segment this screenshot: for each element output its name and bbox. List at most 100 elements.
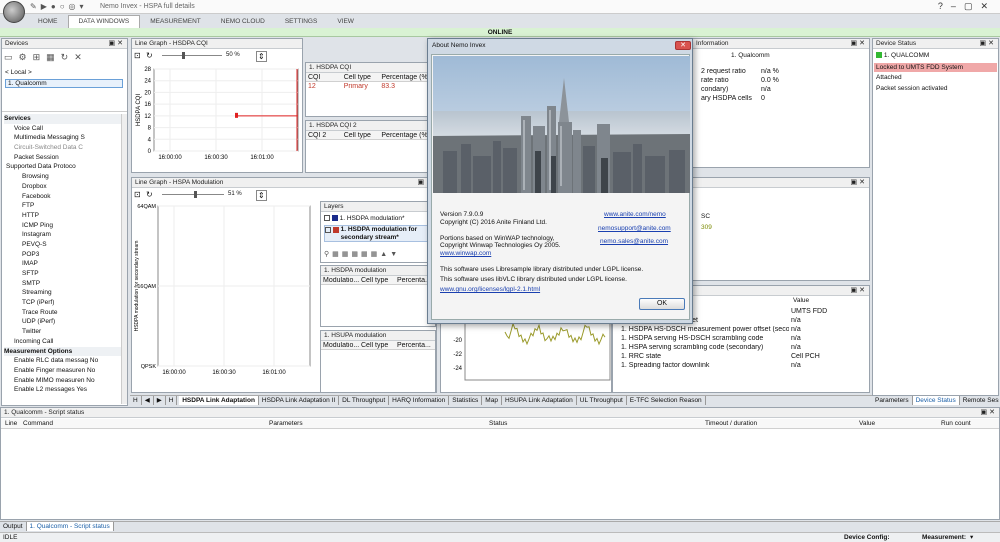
tree-item[interactable]: Enable RLC data messag No bbox=[4, 356, 122, 366]
col-percentage[interactable]: Percentage (%) bbox=[379, 132, 427, 139]
play-icon[interactable]: ▶ bbox=[41, 2, 51, 11]
refresh-icon[interactable]: ↻ bbox=[146, 190, 153, 199]
grid-icon[interactable]: ▦ bbox=[332, 251, 342, 258]
tree-item[interactable]: Circuit-Switched Data C bbox=[4, 143, 122, 153]
tree-item[interactable]: Enable Finger measuren No bbox=[4, 366, 122, 376]
table-row[interactable]: 2 request ratio n/a % bbox=[699, 67, 849, 76]
zoom-slider[interactable] bbox=[162, 55, 222, 56]
table-row[interactable]: 1. HSPA serving scrambling code (seconda… bbox=[619, 343, 867, 352]
help-icon[interactable]: ? bbox=[938, 1, 951, 11]
layer-item-2[interactable]: 1. HSDPA modulation for secondary stream… bbox=[324, 225, 434, 242]
col-modulation[interactable]: Modulatio... bbox=[321, 342, 359, 349]
col-run-count[interactable]: Run count bbox=[941, 420, 971, 427]
pan-icon[interactable]: ⊡ bbox=[134, 51, 141, 60]
col-cqi2[interactable]: CQI 2 bbox=[306, 132, 342, 139]
grid-icon[interactable]: ▦ bbox=[342, 251, 352, 258]
tree-scrollbar[interactable] bbox=[121, 114, 127, 404]
tab-script-status[interactable]: 1. Qualcomm - Script status bbox=[26, 522, 114, 531]
tab-parameters[interactable]: Parameters bbox=[872, 396, 913, 405]
pin-icon[interactable]: ✎ bbox=[30, 2, 41, 11]
menu-home[interactable]: HOME bbox=[28, 16, 68, 28]
col-parameters[interactable]: Parameters bbox=[269, 420, 303, 427]
tab-remote-sessions[interactable]: Remote Sessi... bbox=[960, 396, 999, 405]
workspace-tab[interactable]: Statistics bbox=[449, 396, 483, 405]
delete-icon[interactable]: ✕ bbox=[74, 52, 88, 62]
panel-controls[interactable]: ▣✕ bbox=[851, 39, 867, 47]
workspace-tab[interactable]: HSUPA Link Adaptation bbox=[502, 396, 577, 405]
panel-controls[interactable]: ▣✕ bbox=[109, 39, 125, 47]
tree-item[interactable]: Packet Session bbox=[4, 153, 122, 163]
tree-group-header[interactable]: Services bbox=[4, 114, 122, 124]
table-row[interactable]: 12 Primary 83.3 bbox=[306, 82, 427, 91]
support-link[interactable]: nemosupport@anite.com bbox=[598, 225, 671, 232]
connect-icon[interactable]: ⊞ bbox=[33, 52, 47, 62]
menu-nemo-cloud[interactable]: NEMO CLOUD bbox=[211, 16, 275, 28]
grid-icon[interactable]: ▦ bbox=[361, 251, 371, 258]
sales-link[interactable]: nemo.sales@anite.com bbox=[600, 238, 668, 245]
tree-item[interactable]: IMAP bbox=[4, 259, 122, 269]
dropdown-icon[interactable]: ▾ bbox=[80, 2, 88, 11]
grid-icon[interactable]: ▦ bbox=[351, 251, 361, 258]
tree-item[interactable]: POP3 bbox=[4, 250, 122, 260]
tree-item[interactable]: ICMP Ping bbox=[4, 221, 122, 231]
col-timeout[interactable]: Timeout / duration bbox=[705, 420, 757, 427]
tree-item[interactable]: Voice Call bbox=[4, 124, 122, 134]
col-cqi[interactable]: CQI bbox=[306, 74, 342, 81]
checkbox-icon[interactable] bbox=[325, 227, 331, 233]
tree-item[interactable]: Twitter bbox=[4, 327, 122, 337]
anite-link[interactable]: www.anite.com/nemo bbox=[604, 211, 666, 218]
maximize-icon[interactable]: ▢ bbox=[964, 1, 981, 11]
col-modulation[interactable]: Modulatio... bbox=[321, 277, 359, 284]
layer-item-1[interactable]: 1. HSDPA modulation* bbox=[324, 215, 434, 224]
panel-controls[interactable]: ▣✕ bbox=[981, 408, 997, 416]
stop-icon[interactable]: ○ bbox=[60, 2, 69, 11]
tree-item[interactable]: SFTP bbox=[4, 269, 122, 279]
workspace-tab[interactable]: HARQ Information bbox=[389, 396, 450, 405]
close-icon[interactable]: ✕ bbox=[980, 1, 996, 11]
tree-item[interactable]: HTTP bbox=[4, 211, 122, 221]
col-percentage[interactable]: Percentage (%) bbox=[379, 74, 427, 81]
tree-item[interactable]: Incoming Call bbox=[4, 337, 122, 347]
workspace-tab[interactable]: HSDPA Link Adaptation bbox=[179, 396, 259, 405]
pin-icon[interactable]: ⇕ bbox=[256, 190, 267, 201]
ok-button[interactable]: OK bbox=[639, 298, 685, 310]
menu-view[interactable]: VIEW bbox=[327, 16, 364, 28]
tree-item[interactable]: SMTP bbox=[4, 279, 122, 289]
tree-item[interactable]: Enable L2 messages Yes bbox=[4, 385, 122, 395]
tree-item[interactable]: Enable MIMO measuren No bbox=[4, 376, 122, 386]
workspace-tab[interactable]: UL Throughput bbox=[577, 396, 627, 405]
winwap-link[interactable]: www.winwap.com bbox=[440, 250, 491, 257]
refresh-icon[interactable]: ↻ bbox=[61, 52, 75, 62]
table-row[interactable]: ary HSDPA cells 0 bbox=[699, 94, 849, 103]
zoom-slider-thumb[interactable] bbox=[182, 52, 185, 59]
tab-nav-icon[interactable]: ▶ bbox=[154, 396, 166, 405]
menu-settings[interactable]: SETTINGS bbox=[275, 16, 328, 28]
panel-controls[interactable]: ▣✕ bbox=[980, 39, 996, 47]
pause-icon[interactable]: ◎ bbox=[69, 2, 80, 11]
tree-item[interactable]: UDP (iPerf) bbox=[4, 317, 122, 327]
tree-item[interactable]: FTP bbox=[4, 201, 122, 211]
table-row[interactable]: condary) n/a bbox=[699, 85, 849, 94]
panel-controls[interactable]: ▣✕ bbox=[851, 286, 867, 294]
tree-item[interactable]: Instagram bbox=[4, 230, 122, 240]
tab-output[interactable]: Output bbox=[0, 522, 27, 531]
device-icon[interactable]: ▦ bbox=[46, 52, 61, 62]
col-cell-type[interactable]: Cell type bbox=[359, 277, 395, 284]
new-icon[interactable]: ▭ bbox=[4, 52, 19, 62]
tree-item[interactable]: PEVQ-S bbox=[4, 240, 122, 250]
tree-item[interactable]: Browsing bbox=[4, 172, 122, 182]
tab-nav-icon[interactable]: ◀ bbox=[142, 396, 154, 405]
tree-item[interactable]: Supported Data Protoco bbox=[4, 162, 122, 172]
checkbox-icon[interactable] bbox=[324, 215, 330, 222]
pin-icon[interactable]: ⇕ bbox=[256, 51, 267, 62]
tab-device-status[interactable]: Device Status bbox=[912, 396, 960, 405]
about-close-button[interactable]: ✕ bbox=[675, 41, 691, 50]
workspace-tab[interactable]: HSDPA Link Adaptation II bbox=[259, 396, 340, 405]
pan-icon[interactable]: ⊡ bbox=[134, 190, 141, 199]
tree-item[interactable]: TCP (iPerf) bbox=[4, 298, 122, 308]
grid-icon[interactable]: ▦ bbox=[371, 251, 381, 258]
dropdown-icon[interactable]: ▾ bbox=[970, 533, 973, 541]
table-row[interactable]: 1. HSDPA HS-DSCH measurement power offse… bbox=[619, 325, 867, 334]
refresh-icon[interactable]: ↻ bbox=[146, 51, 153, 60]
col-status[interactable]: Status bbox=[489, 420, 507, 427]
